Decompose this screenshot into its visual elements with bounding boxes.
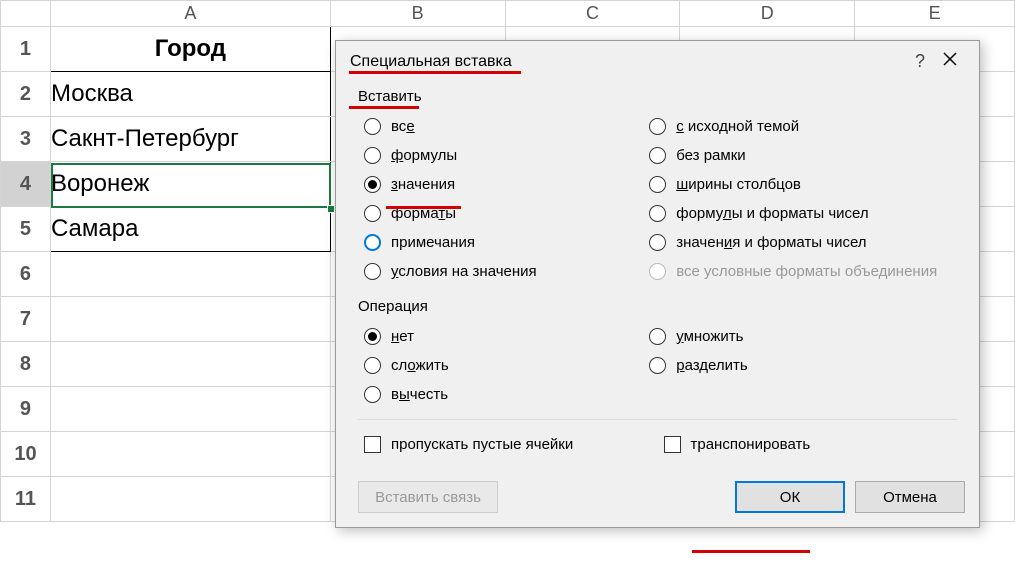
paste-radio-label-widths: ширины столбцов [676, 176, 801, 193]
paste-group-label: Вставить [358, 88, 422, 105]
col-header-C[interactable]: C [505, 1, 680, 27]
skip-blanks-label: пропускать пустые ячейки [391, 436, 573, 453]
row-header-7[interactable]: 7 [1, 297, 51, 342]
op-radio-sub[interactable]: вычесть [364, 386, 643, 403]
col-header-B[interactable]: B [330, 1, 505, 27]
paste-radio-formulas[interactable]: формулы [364, 147, 643, 164]
paste-radio-label-formnum: формулы и форматы чисел [676, 205, 868, 222]
annotation-underline [386, 206, 461, 209]
radio-icon [364, 205, 381, 222]
op-radio-mul[interactable]: умножить [649, 328, 957, 345]
radio-icon [364, 328, 381, 345]
op-radio-label-none: нет [391, 328, 414, 345]
radio-icon [649, 234, 666, 251]
paste-radio-valnum[interactable]: значения и форматы чисел [649, 234, 957, 251]
row-header-6[interactable]: 6 [1, 252, 51, 297]
cell-A2[interactable]: Москва [50, 72, 330, 117]
cell-A5[interactable]: Самара [50, 207, 330, 252]
cell-A8[interactable] [50, 342, 330, 387]
col-header-D[interactable]: D [680, 1, 855, 27]
annotation-underline [349, 71, 521, 74]
paste-radio-validation[interactable]: условия на значения [364, 263, 643, 280]
help-button[interactable]: ? [905, 51, 935, 72]
radio-icon [649, 328, 666, 345]
select-all-corner[interactable] [1, 1, 51, 27]
row-header-5[interactable]: 5 [1, 207, 51, 252]
paste-radio-noborder[interactable]: без рамки [649, 147, 957, 164]
radio-icon [649, 263, 666, 280]
paste-radio-comments[interactable]: примечания [364, 234, 643, 251]
paste-radio-label-validation: условия на значения [391, 263, 537, 280]
radio-icon [364, 118, 381, 135]
paste-radio-label-allmerge: все условные форматы объединения [676, 263, 937, 280]
radio-icon [364, 234, 381, 251]
paste-radio-all[interactable]: все [364, 118, 643, 135]
annotation-underline [692, 550, 810, 553]
cancel-button[interactable]: Отмена [855, 481, 965, 513]
radio-icon [364, 263, 381, 280]
radio-icon [649, 176, 666, 193]
skip-blanks-checkbox[interactable]: пропускать пустые ячейки [364, 436, 658, 453]
radio-icon [364, 147, 381, 164]
dialog-title: Специальная вставка [350, 53, 905, 71]
cell-A10[interactable] [50, 432, 330, 477]
paste-radio-widths[interactable]: ширины столбцов [649, 176, 957, 193]
row-header-4[interactable]: 4 [1, 162, 51, 207]
radio-icon [649, 118, 666, 135]
row-header-3[interactable]: 3 [1, 117, 51, 162]
op-radio-div[interactable]: разделить [649, 357, 957, 374]
cell-A4[interactable]: Воронеж [50, 162, 330, 207]
paste-radio-label-theme: с исходной темой [676, 118, 799, 135]
transpose-label: транспонировать [691, 436, 811, 453]
cell-A6[interactable] [50, 252, 330, 297]
close-icon [943, 52, 957, 66]
operation-group-label: Операция [358, 298, 428, 315]
row-header-11[interactable]: 11 [1, 477, 51, 522]
paste-radio-label-values: значения [391, 176, 455, 193]
op-radio-none[interactable]: нет [364, 328, 643, 345]
radio-icon [364, 357, 381, 374]
ok-button[interactable]: ОК [735, 481, 845, 513]
fill-handle[interactable] [327, 205, 335, 213]
row-header-9[interactable]: 9 [1, 387, 51, 432]
op-radio-label-sub: вычесть [391, 386, 448, 403]
paste-radio-label-all: все [391, 118, 415, 135]
cell-A11[interactable] [50, 477, 330, 522]
close-button[interactable] [935, 52, 965, 71]
transpose-checkbox[interactable]: транспонировать [664, 436, 958, 453]
checkbox-icon [364, 436, 381, 453]
cell-A1[interactable]: Город [50, 27, 330, 72]
op-radio-add[interactable]: сложить [364, 357, 643, 374]
cell-A3[interactable]: Сакнт-Петербург [50, 117, 330, 162]
op-radio-label-div: разделить [676, 357, 747, 374]
paste-radio-label-noborder: без рамки [676, 147, 745, 164]
cell-A9[interactable] [50, 387, 330, 432]
paste-radio-formnum[interactable]: формулы и форматы чисел [649, 205, 957, 222]
row-header-2[interactable]: 2 [1, 72, 51, 117]
cell-A7[interactable] [50, 297, 330, 342]
radio-icon [649, 357, 666, 374]
annotation-underline [349, 106, 419, 109]
radio-icon [649, 147, 666, 164]
checkbox-icon [664, 436, 681, 453]
col-header-A[interactable]: A [50, 1, 330, 27]
paste-radio-label-comments: примечания [391, 234, 475, 251]
paste-radio-theme[interactable]: с исходной темой [649, 118, 957, 135]
op-radio-label-mul: умножить [676, 328, 743, 345]
paste-radio-label-valnum: значения и форматы чисел [676, 234, 866, 251]
paste-special-dialog: Специальная вставка ? Вставить все формул… [335, 40, 980, 528]
radio-icon [364, 176, 381, 193]
radio-icon [649, 205, 666, 222]
col-header-E[interactable]: E [855, 1, 1015, 27]
row-header-1[interactable]: 1 [1, 27, 51, 72]
row-header-8[interactable]: 8 [1, 342, 51, 387]
row-header-10[interactable]: 10 [1, 432, 51, 477]
radio-icon [364, 386, 381, 403]
op-radio-label-add: сложить [391, 357, 449, 374]
paste-radio-allmerge: все условные форматы объединения [649, 263, 957, 280]
paste-link-button[interactable]: Вставить связь [358, 481, 498, 513]
paste-radio-label-formulas: формулы [391, 147, 457, 164]
paste-radio-values[interactable]: значения [364, 176, 643, 193]
